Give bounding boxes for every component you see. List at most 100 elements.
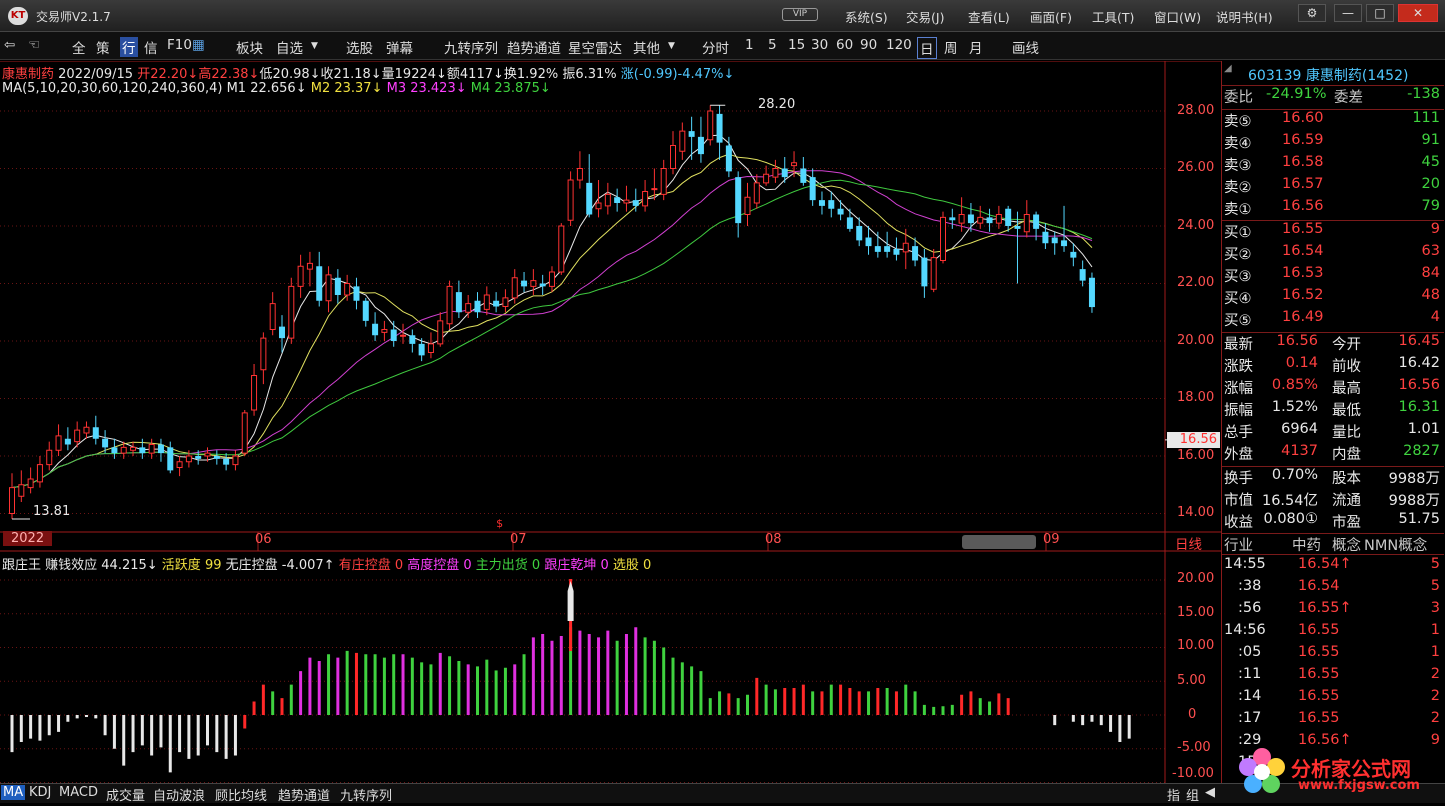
menu-system[interactable]: 系统(S) <box>845 7 888 26</box>
candle-body <box>111 447 118 454</box>
candle-body <box>651 188 658 191</box>
candle-body <box>297 265 304 287</box>
tool-sector[interactable]: 板块 <box>236 37 263 57</box>
candle-body <box>874 246 881 252</box>
candle-body <box>409 335 416 344</box>
price-axis-label: 22.00 <box>1177 275 1215 290</box>
tab-volume[interactable]: 成交量 <box>104 785 147 804</box>
tool-danmaku[interactable]: 弹幕 <box>386 37 413 57</box>
candle-body <box>427 343 434 353</box>
candle-body <box>288 285 295 339</box>
legend-item: 收21.18↓ <box>320 67 382 82</box>
legend-item: 赚钱效应 44.215↓ <box>45 558 162 573</box>
candle-body <box>306 262 313 270</box>
tool-strategy[interactable]: 策 <box>96 37 110 57</box>
candle-body <box>744 196 751 215</box>
layout-icon[interactable]: ▦ <box>192 37 205 53</box>
period-90[interactable]: 90 <box>860 37 877 53</box>
period-day[interactable]: 日 <box>917 37 937 59</box>
candle-body <box>921 257 928 287</box>
menu-manual[interactable]: 说明书(H) <box>1216 7 1273 26</box>
indicator-axis-label: -10.00 <box>1172 766 1214 781</box>
candle-body <box>697 136 704 155</box>
period-5[interactable]: 5 <box>768 37 777 53</box>
month-label: 09 <box>1043 532 1060 547</box>
candle-body <box>483 294 490 310</box>
candle-body <box>912 246 919 261</box>
candle-body <box>986 217 993 224</box>
period-intraday[interactable]: 分时 <box>702 37 729 57</box>
back-icon[interactable]: ⇦ <box>4 37 15 53</box>
tool-trend-channel[interactable]: 趋势通道 <box>507 37 561 57</box>
candle-body <box>586 182 593 215</box>
period-month[interactable]: 月 <box>969 37 983 57</box>
tool-screener[interactable]: 选股 <box>346 37 373 57</box>
arrow-left-icon[interactable]: ◀ <box>1203 785 1217 800</box>
tool-radar[interactable]: 星空雷达 <box>568 37 622 57</box>
toolbar: ⇦ ☜ 全 策 行 信 F10 ▦ 板块 自选 ▼ 选股 弹幕 九转序列 趋势通… <box>0 32 1445 60</box>
tool-quote[interactable]: 行 <box>120 37 138 57</box>
flower-logo-icon <box>1239 748 1285 793</box>
candle-body <box>595 202 602 210</box>
chevron-down-icon[interactable]: ▼ <box>311 41 318 51</box>
candle-body <box>1061 240 1068 247</box>
tool-other[interactable]: 其他 <box>633 37 660 57</box>
tab-auto-wave[interactable]: 自动波浪 <box>151 785 207 804</box>
legend-item: 主力出货 0 <box>475 558 545 573</box>
menu-tools[interactable]: 工具(T) <box>1092 7 1134 26</box>
menu-screen[interactable]: 画面(F) <box>1030 7 1072 26</box>
candle-body <box>530 280 537 287</box>
candle-body <box>1005 208 1012 226</box>
high-marker-label: 28.20 <box>758 97 796 112</box>
indicator-axis-label: 15.00 <box>1177 605 1215 620</box>
tool-all[interactable]: 全 <box>72 37 86 57</box>
candle-body <box>632 200 639 206</box>
minimize-icon[interactable]: — <box>1334 4 1362 22</box>
period-30[interactable]: 30 <box>811 37 828 53</box>
legend-item: 低20.98↓ <box>259 67 321 82</box>
legend-item: 开22.20↓ <box>137 67 199 82</box>
tool-draw[interactable]: 画线 <box>1012 37 1039 57</box>
tab-group[interactable]: 组 <box>1184 785 1201 804</box>
candle-body <box>92 427 99 439</box>
tool-info[interactable]: 信 <box>144 37 158 57</box>
tool-f10[interactable]: F10 <box>167 37 192 53</box>
period-120[interactable]: 120 <box>886 37 912 53</box>
expand-icon[interactable]: ◢ <box>1224 63 1232 74</box>
tab-macd[interactable]: MACD <box>57 785 100 800</box>
menu-window[interactable]: 窗口(W) <box>1154 7 1201 26</box>
tool-nine-turn[interactable]: 九转序列 <box>444 37 498 57</box>
period-week[interactable]: 周 <box>944 37 958 57</box>
kline-chart[interactable]: $ <box>0 61 1221 783</box>
tool-watchlist[interactable]: 自选 <box>276 37 303 57</box>
app-title: 交易师V2.1.7 <box>36 10 111 24</box>
period-1[interactable]: 1 <box>745 37 754 53</box>
hand-icon[interactable]: ☜ <box>28 37 40 53</box>
tab-index[interactable]: 指 <box>1165 785 1182 804</box>
candle-body <box>213 456 220 459</box>
buy-order-row: 买④ 16.52 48 <box>1224 287 1440 307</box>
tab-nine-turn[interactable]: 九转序列 <box>338 785 394 804</box>
legend-item: 活跃度 <box>161 558 205 573</box>
chevron-down-icon[interactable]: ▼ <box>668 41 675 51</box>
settings-icon[interactable]: ⚙ <box>1298 4 1326 22</box>
maximize-icon[interactable]: □ <box>1366 4 1394 22</box>
tab-ma[interactable]: MA <box>1 785 26 800</box>
vip-badge[interactable]: VIP <box>782 8 818 21</box>
candle-body <box>74 429 81 443</box>
chart-scrollbar[interactable] <box>962 535 1036 549</box>
candle-body <box>130 446 137 451</box>
tab-kdj[interactable]: KDJ <box>27 785 53 800</box>
legend-item: 2022/09/15 <box>54 67 138 82</box>
menu-view[interactable]: 查看(L) <box>968 7 1010 26</box>
period-60[interactable]: 60 <box>836 37 853 53</box>
tab-guppy[interactable]: 顾比均线 <box>213 785 269 804</box>
period-15[interactable]: 15 <box>788 37 805 53</box>
sell-order-row: 卖① 16.56 79 <box>1224 198 1440 218</box>
menu-trade[interactable]: 交易(J) <box>906 7 944 26</box>
candle-body <box>967 214 974 224</box>
close-icon[interactable]: ✕ <box>1398 4 1438 22</box>
tab-trend-channel[interactable]: 趋势通道 <box>276 785 332 804</box>
buy-order-row: 买② 16.54 63 <box>1224 243 1440 263</box>
tick-row: 14:55 16.54↑ 5 <box>1224 556 1440 572</box>
